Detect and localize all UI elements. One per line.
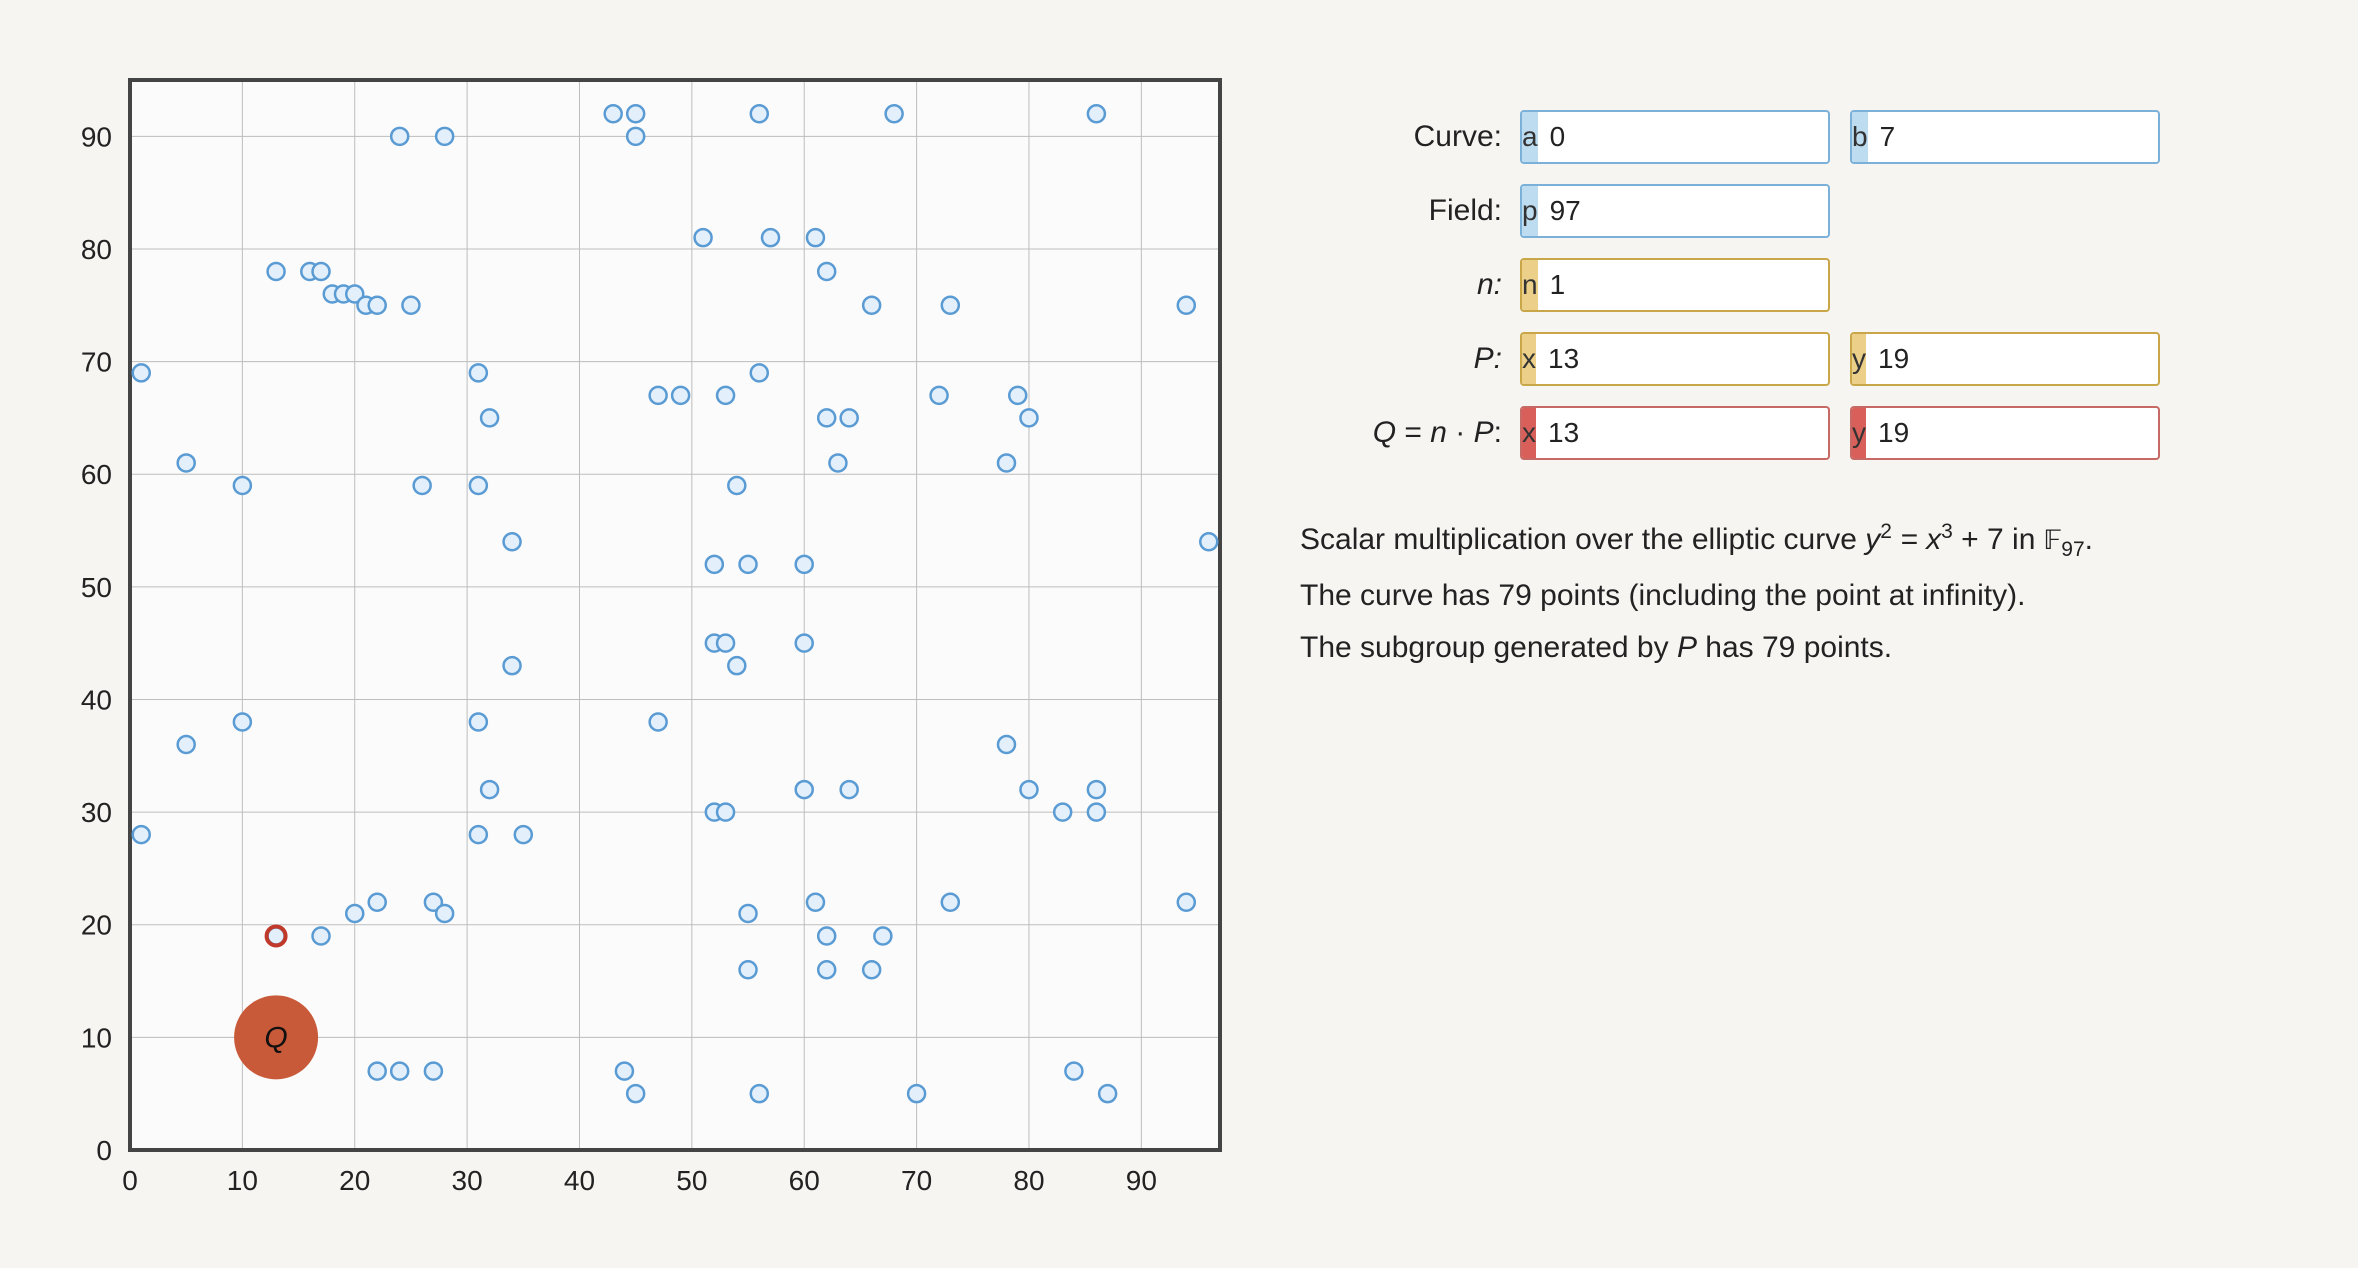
input-Py-field[interactable] bbox=[1866, 334, 2160, 384]
input-b[interactable]: b bbox=[1850, 110, 2160, 164]
svg-text:20: 20 bbox=[81, 910, 112, 941]
svg-text:0: 0 bbox=[96, 1135, 112, 1166]
svg-text:60: 60 bbox=[81, 459, 112, 490]
input-n-field[interactable] bbox=[1538, 260, 1830, 310]
input-n[interactable]: n bbox=[1520, 258, 1830, 312]
label-curve: Curve: bbox=[1300, 120, 1520, 154]
svg-text:Q: Q bbox=[264, 1021, 287, 1054]
svg-text:40: 40 bbox=[81, 684, 112, 715]
svg-text:50: 50 bbox=[676, 1165, 707, 1196]
svg-text:40: 40 bbox=[564, 1165, 595, 1196]
input-a[interactable]: a bbox=[1520, 110, 1830, 164]
input-a-tag: a bbox=[1522, 112, 1538, 162]
input-p[interactable]: p bbox=[1520, 184, 1830, 238]
ec-scatter-chart: 0 10 20 30 40 50 60 70 80 90 0 10 20 30 40 50 60 70 80 90 Q bbox=[30, 50, 1240, 1220]
svg-text:0: 0 bbox=[122, 1165, 138, 1196]
svg-text:20: 20 bbox=[339, 1165, 370, 1196]
input-b-tag: b bbox=[1852, 112, 1868, 162]
svg-text:80: 80 bbox=[1013, 1165, 1044, 1196]
svg-text:80: 80 bbox=[81, 234, 112, 265]
description-text: Scalar multiplication over the elliptic … bbox=[1300, 516, 2298, 672]
input-Px-field[interactable] bbox=[1536, 334, 1830, 384]
svg-text:30: 30 bbox=[81, 797, 112, 828]
input-Qy[interactable]: y bbox=[1850, 406, 2160, 460]
controls-panel: Curve: a b Field: p n: n P: bbox=[1240, 50, 2298, 1218]
input-Qx-field[interactable] bbox=[1536, 408, 1830, 458]
label-field: Field: bbox=[1300, 194, 1520, 228]
input-Qx[interactable]: x bbox=[1520, 406, 1830, 460]
input-Qy-tag: y bbox=[1852, 408, 1866, 458]
input-Px-tag: x bbox=[1522, 334, 1536, 384]
input-n-tag: n bbox=[1522, 260, 1538, 310]
svg-text:10: 10 bbox=[227, 1165, 258, 1196]
label-Q: Q = n · P: bbox=[1300, 416, 1520, 450]
input-Qy-field[interactable] bbox=[1866, 408, 2160, 458]
input-Px[interactable]: x bbox=[1520, 332, 1830, 386]
input-p-field[interactable] bbox=[1538, 186, 1830, 236]
svg-text:90: 90 bbox=[81, 121, 112, 152]
input-Py[interactable]: y bbox=[1850, 332, 2160, 386]
input-p-tag: p bbox=[1522, 186, 1538, 236]
input-b-field[interactable] bbox=[1868, 112, 2160, 162]
svg-text:60: 60 bbox=[789, 1165, 820, 1196]
svg-text:30: 30 bbox=[452, 1165, 483, 1196]
svg-text:70: 70 bbox=[81, 347, 112, 378]
input-Py-tag: y bbox=[1852, 334, 1866, 384]
label-n: n: bbox=[1300, 268, 1520, 302]
label-P: P: bbox=[1300, 342, 1520, 376]
svg-text:70: 70 bbox=[901, 1165, 932, 1196]
input-Qx-tag: x bbox=[1522, 408, 1536, 458]
svg-text:50: 50 bbox=[81, 572, 112, 603]
svg-text:90: 90 bbox=[1126, 1165, 1157, 1196]
input-a-field[interactable] bbox=[1538, 112, 1830, 162]
svg-text:10: 10 bbox=[81, 1022, 112, 1053]
